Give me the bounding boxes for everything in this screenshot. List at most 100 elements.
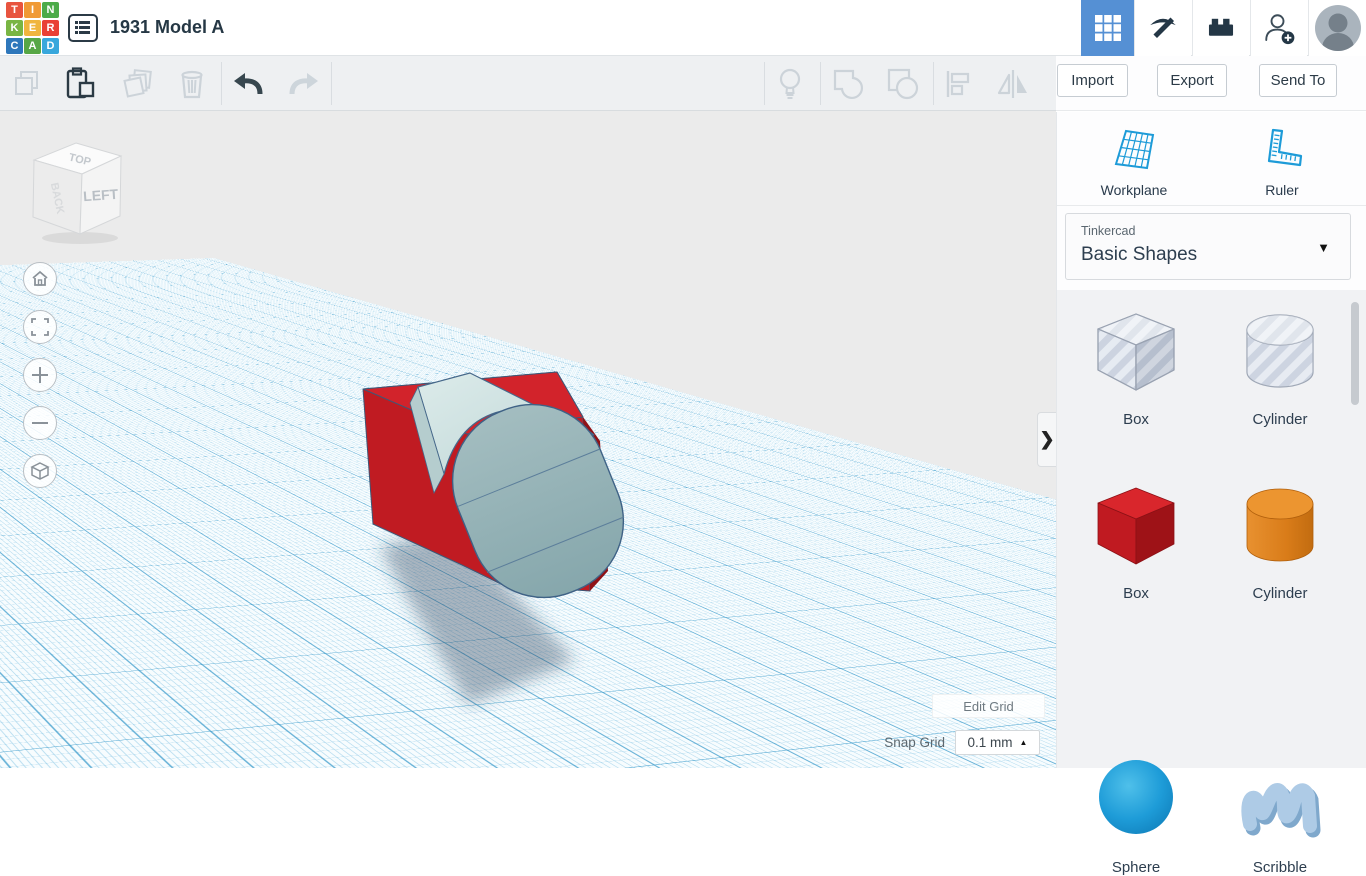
perspective-cube-icon: [30, 461, 50, 481]
paste-button[interactable]: [58, 64, 102, 104]
import-export-bar: Import Export Send To: [1056, 56, 1366, 111]
account-avatar[interactable]: [1308, 0, 1366, 56]
ungroup-icon: [885, 67, 921, 101]
home-view-button[interactable]: [23, 262, 57, 296]
logo-letter: I: [24, 2, 41, 18]
copy-icon: [13, 69, 43, 99]
duplicate-icon: [122, 68, 154, 100]
caret-up-icon: ▲: [1020, 738, 1028, 747]
copy-button[interactable]: [6, 64, 50, 104]
ruler-tool[interactable]: Ruler: [1227, 126, 1337, 198]
minecraft-export-button[interactable]: [1134, 0, 1191, 56]
logo-letter: D: [42, 38, 59, 54]
caret-down-icon: ▼: [1317, 240, 1330, 255]
avatar-icon: [1314, 4, 1362, 52]
red-box-thumb: [1088, 478, 1184, 574]
workplane-label: Workplane: [1079, 182, 1189, 198]
shape-library: Box Cylinder Box: [1057, 290, 1366, 768]
logo-letter: A: [24, 38, 41, 54]
undo-button[interactable]: [227, 64, 271, 104]
design-title[interactable]: 1931 Model A: [110, 17, 224, 38]
properties-list-icon[interactable]: [68, 14, 98, 42]
shape-label: Cylinder: [1232, 585, 1328, 602]
logo-letter: R: [42, 20, 59, 36]
shapes-panel: Workplane Ruler Tinkercad Basic Shapes ▼: [1056, 112, 1366, 768]
redo-icon: [286, 70, 320, 98]
ruler-icon: [1259, 126, 1305, 170]
lego-brick-icon: [1204, 11, 1238, 45]
zoom-in-button[interactable]: [23, 358, 57, 392]
shape-box-hole[interactable]: Box: [1088, 304, 1184, 428]
shape-label: Box: [1088, 411, 1184, 428]
group-icon: [831, 67, 865, 101]
ungroup-button[interactable]: [881, 64, 925, 104]
model-svg: [0, 111, 1056, 768]
send-to-button[interactable]: Send To: [1259, 64, 1337, 97]
snap-grid-label: Snap Grid: [845, 735, 945, 750]
perspective-toggle-button[interactable]: [23, 454, 57, 488]
add-collaborator-button[interactable]: [1250, 0, 1307, 56]
redo-button[interactable]: [281, 64, 325, 104]
panel-scrollbar[interactable]: [1351, 302, 1359, 405]
logo-letter: N: [42, 2, 59, 18]
snap-grid-value: 0.1 mm: [968, 735, 1013, 750]
align-button[interactable]: [936, 64, 980, 104]
fit-view-icon: [31, 318, 49, 336]
viewport-3d[interactable]: TOP LEFT BACK ❯ Edit: [0, 111, 1056, 768]
import-button[interactable]: Import: [1057, 64, 1128, 97]
snap-grid-select[interactable]: 0.1 mm ▲: [955, 730, 1040, 755]
shape-label: Cylinder: [1232, 411, 1328, 428]
hole-box-thumb: [1088, 304, 1184, 400]
export-button[interactable]: Export: [1157, 64, 1227, 97]
dashboard-grid-button[interactable]: [1081, 0, 1134, 56]
collection-name: Basic Shapes: [1081, 244, 1197, 266]
plus-icon: [31, 366, 49, 384]
logo-letter: T: [6, 2, 23, 18]
orange-cylinder-thumb: [1232, 478, 1328, 574]
duplicate-button[interactable]: [116, 64, 160, 104]
edit-grid-button[interactable]: Edit Grid: [932, 694, 1045, 718]
grid-icon: [1094, 14, 1122, 42]
pickaxe-icon: [1146, 11, 1180, 45]
trash-icon: [177, 68, 207, 100]
tinkercad-logo[interactable]: T I N K E R C A D: [6, 2, 59, 55]
collection-source: Tinkercad: [1081, 224, 1135, 238]
shape-label: Sphere: [1088, 859, 1184, 876]
shape-cylinder-orange[interactable]: Cylinder: [1232, 478, 1328, 602]
workplane-tool[interactable]: Workplane: [1079, 126, 1189, 198]
show-all-button[interactable]: [768, 64, 812, 104]
chevron-right-icon: ❯: [1039, 429, 1054, 450]
logo-letter: E: [24, 20, 41, 36]
person-plus-icon: [1261, 10, 1297, 46]
shape-sphere[interactable]: Sphere: [1088, 752, 1184, 876]
shape-box-red[interactable]: Box: [1088, 478, 1184, 602]
viewcube-front-label[interactable]: LEFT: [83, 186, 119, 204]
scribble-thumb: [1232, 752, 1328, 848]
collapse-panel-handle[interactable]: ❯: [1037, 412, 1056, 467]
shape-collection-dropdown[interactable]: Tinkercad Basic Shapes ▼: [1065, 213, 1351, 280]
logo-letter: K: [6, 20, 23, 36]
hole-cylinder-thumb: [1232, 304, 1328, 400]
zoom-out-button[interactable]: [23, 406, 57, 440]
workplane-icon: [1111, 126, 1157, 170]
delete-button[interactable]: [170, 64, 214, 104]
home-icon: [31, 270, 49, 288]
mirror-icon: [996, 69, 1030, 99]
edit-toolbar: [0, 56, 1056, 111]
undo-icon: [232, 70, 266, 98]
brick-export-button[interactable]: [1192, 0, 1249, 56]
shape-label: Scribble: [1232, 859, 1328, 876]
ruler-label: Ruler: [1227, 182, 1337, 198]
shape-cylinder-hole[interactable]: Cylinder: [1232, 304, 1328, 428]
mirror-button[interactable]: [991, 64, 1035, 104]
minus-icon: [31, 414, 49, 432]
shape-scribble[interactable]: Scribble: [1232, 752, 1328, 876]
top-bar: T I N K E R C A D 1931 Model A: [0, 0, 1366, 56]
lightbulb-icon: [777, 68, 803, 100]
fit-view-button[interactable]: [23, 310, 57, 344]
align-icon: [943, 69, 973, 99]
paste-icon: [64, 67, 96, 101]
view-cube[interactable]: TOP LEFT BACK: [24, 137, 128, 247]
group-button[interactable]: [826, 64, 870, 104]
logo-letter: C: [6, 38, 23, 54]
